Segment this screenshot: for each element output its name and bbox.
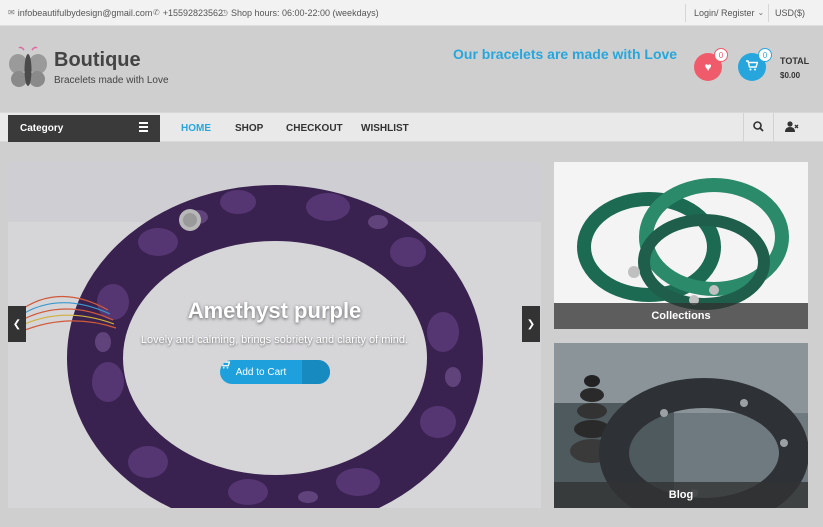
login-register-link[interactable]: Login/ Register ⌄ [694, 8, 764, 18]
brand-title[interactable]: Boutique [54, 49, 141, 72]
cart-total-value: $0.00 [780, 71, 801, 80]
wishlist-count-badge: 0 [714, 48, 728, 62]
main-nav: Category HOME SHOP CHECKOUT WISHLIST [0, 112, 823, 142]
search-icon [753, 120, 764, 135]
slide-description: Lovely and calming, brings sobriety and … [140, 334, 409, 346]
category-menu-button[interactable]: Category [8, 115, 160, 142]
divider [685, 4, 686, 22]
login-text: Login/ Register [694, 8, 755, 18]
divider [768, 4, 769, 22]
contact-email[interactable]: ✉ infobeautifulbydesign@gmail.com [8, 8, 152, 18]
slider-next-button[interactable]: ❯ [522, 306, 540, 342]
phone-icon: ✆ [153, 8, 160, 17]
butterfly-logo[interactable] [8, 46, 48, 90]
envelope-icon: ✉ [8, 8, 15, 17]
nav-wishlist[interactable]: WISHLIST [361, 123, 409, 134]
cart-icon [220, 360, 330, 384]
search-button[interactable] [743, 113, 773, 142]
collections-card[interactable]: Collections [554, 162, 808, 329]
phone-text: +15592823562 [162, 8, 224, 18]
nav-checkout[interactable]: CHECKOUT [286, 123, 343, 134]
cart-count-badge: 0 [758, 48, 772, 62]
blog-card[interactable]: Blog [554, 343, 808, 508]
currency-text: USD($) [775, 8, 806, 18]
chevron-down-icon: ⌄ [757, 8, 765, 17]
nav-shop[interactable]: SHOP [235, 123, 263, 134]
promo-text: Our bracelets are made with Love [453, 46, 678, 62]
hamburger-icon [139, 122, 148, 132]
cart-button[interactable]: 0 [738, 48, 772, 81]
hours-text: Shop hours: 06:00-22:00 (weekdays) [230, 8, 379, 18]
slide-title: Amethyst purple [187, 298, 362, 323]
user-remove-icon [784, 120, 799, 135]
add-to-cart-button[interactable]: Add to Cart [220, 360, 330, 384]
category-label: Category [20, 123, 64, 134]
cart-total-label: TOTAL [780, 56, 810, 66]
slider-prev-button[interactable]: ❮ [8, 306, 26, 342]
email-text: infobeautifulbydesign@gmail.com [17, 8, 153, 18]
collections-label: Collections [554, 303, 808, 329]
cart-icon [746, 60, 759, 74]
account-button[interactable] [773, 113, 809, 142]
hero-slider[interactable]: Amethyst purple Lovely and calming, brin… [8, 162, 541, 508]
brand-tagline: Bracelets made with Love [54, 75, 169, 86]
add-to-cart-label: Add to Cart [235, 366, 287, 378]
shop-hours: ◷ Shop hours: 06:00-22:00 (weekdays) [221, 8, 379, 18]
chevron-left-icon: ❮ [12, 318, 22, 330]
chevron-right-icon: ❯ [526, 318, 536, 330]
heart-icon: ♥ [704, 60, 712, 74]
top-bar: ✉ infobeautifulbydesign@gmail.com ✆ +155… [0, 0, 823, 26]
nav-home[interactable]: HOME [181, 123, 211, 134]
clock-icon: ◷ [221, 8, 228, 17]
wishlist-button[interactable]: ♥ 0 [694, 48, 728, 81]
currency-selector[interactable]: USD($) [775, 8, 805, 18]
blog-label: Blog [554, 482, 808, 508]
contact-phone: ✆ +15592823562 [153, 8, 223, 18]
